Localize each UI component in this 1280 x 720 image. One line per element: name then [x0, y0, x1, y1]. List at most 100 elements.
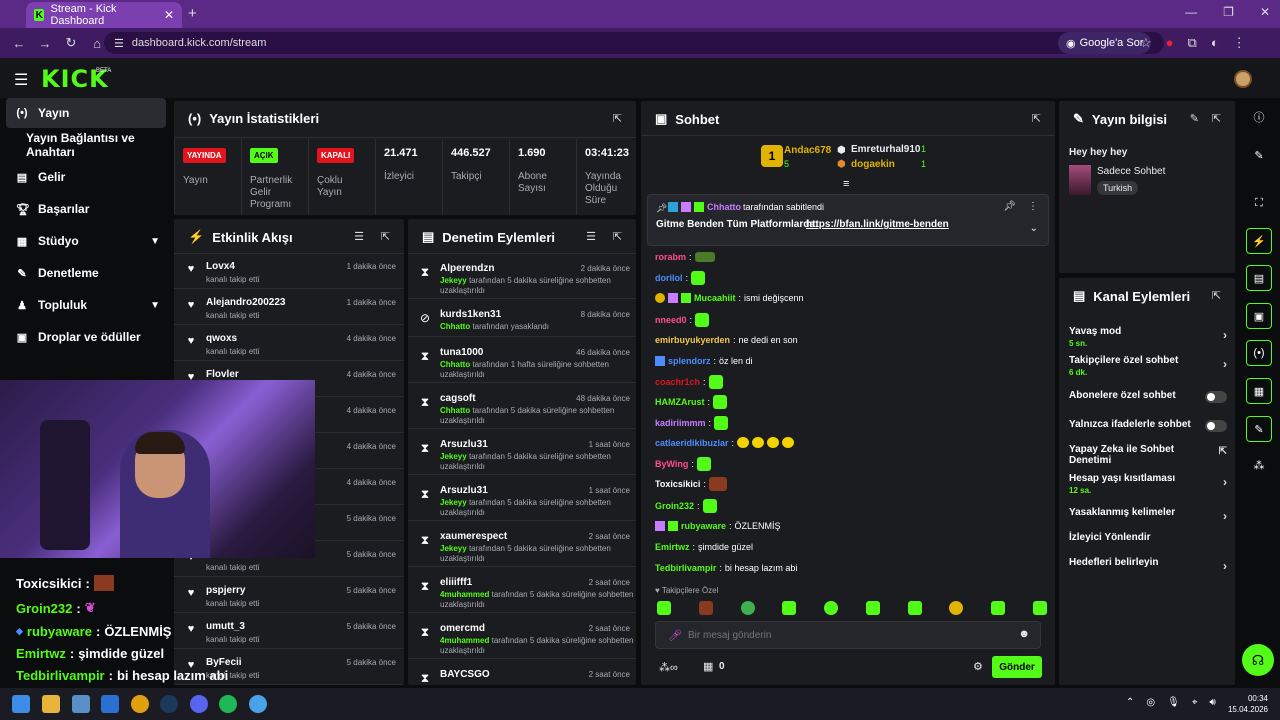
emote-icon[interactable]	[865, 601, 880, 615]
category-thumbnail[interactable]	[1069, 165, 1091, 195]
action-raid[interactable]: İzleyici Yönlendir	[1069, 532, 1227, 543]
emote-icon[interactable]	[907, 601, 922, 615]
activity-user[interactable]: pspjerry	[206, 585, 245, 596]
minimize-icon[interactable]: —	[1185, 5, 1197, 19]
moderator-name[interactable]: Jekeyy	[440, 452, 467, 461]
edit-icon[interactable]: ✎	[1246, 142, 1272, 168]
moderator-name[interactable]: 4muhammed	[440, 636, 489, 645]
sidebar-item-stream-key[interactable]: Yayın Bağlantısı ve Anahtarı	[6, 130, 166, 160]
emote-icon[interactable]	[657, 601, 671, 615]
moderator-name[interactable]: Jekeyy	[440, 544, 467, 553]
sidebar-item-basarilar[interactable]: 🏆︎ Başarılar	[6, 194, 166, 224]
moderated-user[interactable]: omercmd	[440, 623, 485, 634]
chat-user[interactable]: Mucaahiit	[694, 293, 736, 303]
browser-menu-icon[interactable]: ⋮	[1233, 35, 1246, 51]
browser-tab[interactable]: K Stream - Kick Dashboard ✕	[26, 2, 182, 28]
edit-pencil-icon[interactable]: ✎	[1190, 112, 1199, 125]
moderated-user[interactable]: tuna1000	[440, 347, 483, 358]
moderator-name[interactable]: Jekeyy	[440, 276, 467, 285]
emote-icon[interactable]	[740, 601, 755, 615]
chat-user[interactable]: rorabm	[655, 252, 686, 262]
moderated-user[interactable]: Arsuzlu31	[440, 485, 488, 496]
actions-icon[interactable]: ▦	[1246, 378, 1272, 404]
moderated-user[interactable]: kurds1ken31	[440, 309, 501, 320]
activity-user[interactable]: Flovler	[206, 369, 239, 380]
chat-user[interactable]: Emirtwz	[655, 542, 690, 552]
close-window-icon[interactable]: ✕	[1260, 5, 1270, 19]
leaderboard-user[interactable]: dogaekin	[851, 159, 895, 170]
volume-icon[interactable]: 🔊︎	[1209, 697, 1215, 708]
chat-user[interactable]: ByWing	[655, 459, 688, 469]
maximize-icon[interactable]: ❐	[1223, 5, 1234, 19]
popout-icon[interactable]: ⇱	[381, 230, 390, 243]
chat-user[interactable]: coachr1ch	[655, 377, 700, 387]
sidebar-item-studyo[interactable]: ▦ Stüdyo ▼	[6, 226, 166, 256]
pinned-by[interactable]: Chhatto	[707, 202, 741, 212]
popout-icon[interactable]: ⇱	[613, 230, 622, 243]
activity-user[interactable]: qwoxs	[206, 333, 237, 344]
sidebar-item-yayin[interactable]: (•) Yayın	[6, 98, 166, 128]
chrome-icon[interactable]	[131, 695, 149, 713]
store-icon[interactable]	[72, 695, 90, 713]
windows-start-icon[interactable]	[12, 695, 30, 713]
bookmark-star-icon[interactable]: ☆	[1140, 35, 1152, 51]
more-options-icon[interactable]: ⋮	[1028, 201, 1038, 212]
chat-input-box[interactable]: 🎤︎ ☻	[655, 621, 1041, 649]
chat-user[interactable]: HAMZArust	[655, 397, 705, 407]
chat-message-input[interactable]	[688, 626, 988, 644]
wrench-icon[interactable]: ✎	[1246, 416, 1272, 442]
fullscreen-icon[interactable]: ⛶	[1246, 190, 1272, 216]
profile-icon[interactable]: ◐	[1211, 35, 1219, 51]
chat-user[interactable]: Groin232	[655, 501, 694, 511]
chat-user[interactable]: emirbuyukyerden	[655, 335, 730, 345]
moderator-name[interactable]: 4muhammed	[440, 590, 489, 599]
gift-box-icon[interactable]: ▦	[703, 660, 713, 673]
apps-icon[interactable]: ⁂	[1246, 452, 1272, 478]
chat-user[interactable]: splendorz	[668, 356, 711, 366]
subscribers-only-toggle[interactable]	[1205, 391, 1227, 403]
leaderboard-user[interactable]: Emreturhal910	[851, 144, 920, 155]
file-explorer-icon[interactable]	[42, 695, 60, 713]
mic-icon[interactable]: 🎤︎	[668, 629, 682, 642]
chat-user[interactable]: kadiriimmm	[655, 418, 706, 428]
microphone-icon[interactable]: 🎙︎	[1167, 697, 1180, 708]
site-info-icon[interactable]: ☰	[114, 37, 124, 50]
leaderboard-user[interactable]: Andac678	[784, 145, 831, 156]
unpin-icon[interactable]: 📌︎	[1003, 201, 1016, 212]
emoji-picker-icon[interactable]: ☻	[1018, 628, 1030, 640]
points-icon[interactable]: ⁂∞	[659, 661, 678, 674]
home-icon[interactable]: ⌂	[90, 36, 104, 51]
sidebar-item-droplar[interactable]: ▣ Droplar ve ödüller	[6, 322, 166, 352]
emote-only-toggle[interactable]	[1205, 420, 1227, 432]
url-field[interactable]: ☰ dashboard.kick.com/stream	[104, 32, 1164, 54]
chat-user[interactable]: nneed0	[655, 315, 687, 325]
system-clock[interactable]: 00:34 15.04.2026	[1228, 693, 1268, 715]
info-icon[interactable]: ⓘ	[1246, 104, 1272, 130]
forward-icon[interactable]: →	[38, 36, 52, 51]
settings-gear-icon[interactable]: ⚙	[973, 660, 983, 673]
moderator-name[interactable]: Chhatto	[440, 406, 470, 415]
activity-user[interactable]: Alejandro200223	[206, 297, 286, 308]
action-goals[interactable]: Hedefleri belirleyin ›	[1069, 557, 1227, 573]
emote-icon[interactable]	[949, 601, 964, 615]
action-slow-mode[interactable]: Yavaş mod 5 sn. ›	[1069, 326, 1227, 348]
document-icon[interactable]: ▤	[1246, 265, 1272, 291]
moderated-user[interactable]: xaumerespect	[440, 531, 507, 542]
pinned-link[interactable]: https://bfan.link/gitme-benden	[806, 219, 949, 230]
lightning-icon[interactable]: ⚡	[1246, 228, 1272, 254]
popout-icon[interactable]: ⇱	[1032, 112, 1041, 125]
back-icon[interactable]: ←	[12, 36, 26, 51]
send-button[interactable]: Gönder	[992, 656, 1042, 678]
emote-icon[interactable]	[824, 601, 839, 615]
sidebar-item-gelir[interactable]: ▤ Gelir	[6, 162, 166, 192]
chat-user[interactable]: dorilol	[655, 273, 683, 283]
steam-icon[interactable]	[160, 695, 178, 713]
moderated-user[interactable]: eliiifff1	[440, 577, 472, 588]
collapse-leaderboard-icon[interactable]: ≡	[843, 178, 849, 190]
discord-icon[interactable]	[190, 695, 208, 713]
action-account-age[interactable]: Hesap yaşı kısıtlaması 12 sa. ›	[1069, 473, 1227, 495]
extension-red-icon[interactable]: ●	[1166, 35, 1174, 51]
stream-category[interactable]: Sadece Sohbet	[1097, 166, 1165, 177]
app-icon[interactable]	[249, 695, 267, 713]
chat-user[interactable]: rubyaware	[681, 521, 726, 531]
